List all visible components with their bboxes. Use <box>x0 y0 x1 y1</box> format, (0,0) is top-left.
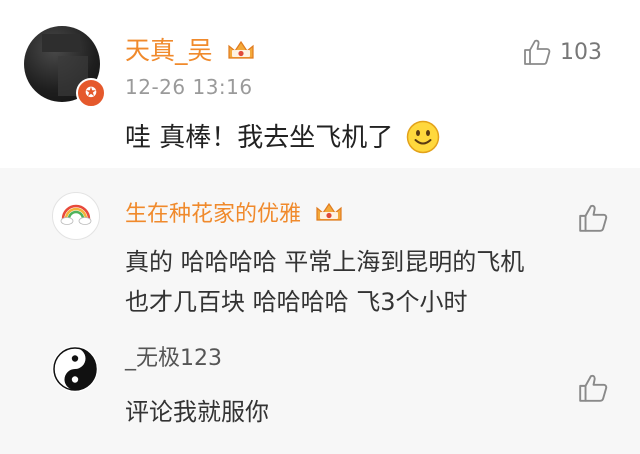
reply-like-button[interactable] <box>576 202 610 234</box>
vip-crown-icon <box>228 40 255 59</box>
replies-section: 生在种花家的优雅 真的 哈哈哈哈 平常上海到昆明的飞机 也才几百块 哈哈哈哈 飞… <box>0 168 640 454</box>
comment-text-body: 哇 真棒！我去坐飞机了 <box>125 123 394 153</box>
smiley-face-icon <box>406 120 439 154</box>
yin-yang-icon <box>53 347 97 391</box>
reply-text-line: 也才几百块 哈哈哈哈 飞3个小时 <box>125 288 468 316</box>
thumbs-up-icon <box>524 39 551 65</box>
comment-text: 哇 真棒！我去坐飞机了 <box>125 118 440 158</box>
reply-avatar[interactable] <box>52 192 100 240</box>
reply-text-line: 真的 哈哈哈哈 平常上海到昆明的飞机 <box>125 248 525 276</box>
like-count: 103 <box>560 39 602 65</box>
main-comment: ✪ 天真_吴 12-26 13:16 103 哇 真棒！我去坐飞机了 <box>0 0 640 168</box>
thumbs-up-icon <box>579 204 608 232</box>
avatar-texture <box>42 34 80 52</box>
reply-username[interactable]: _无极123 <box>125 344 222 374</box>
reply-avatar[interactable] <box>52 346 98 392</box>
username-text: 天真_吴 <box>125 36 213 65</box>
like-button[interactable]: 103 <box>522 36 602 68</box>
comment-username[interactable]: 天真_吴 <box>125 36 256 66</box>
vip-crown-icon <box>316 202 342 221</box>
thumbs-up-icon <box>579 374 608 402</box>
rainbow-cloud-icon <box>60 204 92 225</box>
comment-time: 12-26 13:16 <box>125 75 253 99</box>
verified-badge-icon: ✪ <box>76 78 106 108</box>
reply-text-line: 评论我就服你 <box>125 398 269 426</box>
reply-username[interactable]: 生在种花家的优雅 <box>125 200 344 230</box>
reply-username-text: 生在种花家的优雅 <box>125 202 302 227</box>
reply-like-button[interactable] <box>576 372 610 404</box>
